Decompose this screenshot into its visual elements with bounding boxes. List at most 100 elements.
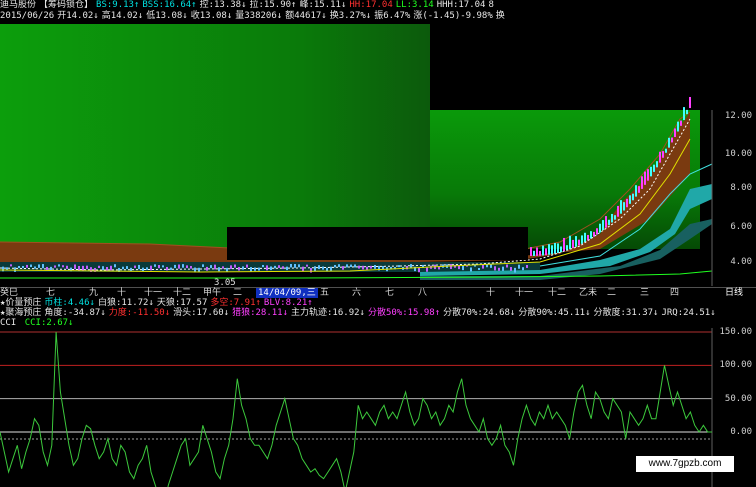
candle	[362, 265, 364, 270]
candle	[266, 265, 268, 271]
candle	[318, 265, 320, 270]
date-label: 癸巳	[0, 288, 19, 298]
date-label: 乙未	[579, 288, 598, 298]
candle	[214, 264, 216, 270]
candle	[186, 265, 188, 269]
candle	[350, 264, 352, 268]
candle	[510, 267, 512, 271]
candle	[494, 266, 496, 271]
candle	[126, 266, 128, 270]
candle	[617, 205, 619, 217]
candle	[62, 265, 64, 268]
ohlc-item-5: 量338206↓	[235, 11, 283, 21]
candle	[26, 264, 28, 268]
candle	[42, 264, 44, 269]
candle	[346, 264, 348, 268]
candle	[620, 200, 622, 214]
candle	[514, 267, 516, 273]
ohlc-item-0: 2015/06/26	[0, 11, 55, 21]
cci-tick: 50.00	[724, 394, 752, 404]
candle	[605, 216, 607, 228]
candle	[282, 266, 284, 269]
candle	[78, 265, 80, 271]
period-button[interactable]: 日线	[725, 288, 743, 298]
ohlc-item-10: 换	[495, 11, 505, 21]
candle	[686, 109, 688, 115]
date-label: 十	[117, 288, 127, 298]
candle	[638, 186, 640, 193]
candle	[659, 151, 661, 163]
candle	[683, 107, 685, 121]
indicator-b-7: 分散70%:24.68↓	[443, 308, 516, 318]
candle	[38, 264, 40, 268]
date-label: 七	[46, 288, 56, 298]
candle	[170, 267, 172, 270]
candle	[178, 264, 180, 269]
indicator-b-4: 猎狼:28.11↓	[232, 308, 289, 318]
candle	[398, 265, 400, 268]
title-item-8: LL:3.14	[395, 0, 434, 10]
candle	[242, 266, 244, 270]
ohlc-item-6: 额44617↓	[285, 11, 327, 21]
cci-tick: 150.00	[719, 327, 752, 337]
date-label: 四	[670, 288, 680, 298]
candle	[548, 244, 550, 255]
candle	[294, 264, 296, 268]
candle	[518, 264, 520, 269]
date-label: 三	[640, 288, 650, 298]
candle	[632, 193, 634, 201]
candle	[74, 264, 76, 270]
candle	[274, 265, 276, 269]
candle	[668, 137, 670, 148]
date-label: 七	[385, 288, 395, 298]
candle	[2, 266, 4, 272]
candle	[382, 265, 384, 270]
candle	[30, 264, 32, 268]
candle	[262, 264, 264, 268]
candle	[482, 264, 484, 269]
candle	[599, 223, 601, 233]
candle	[502, 266, 504, 271]
price-chart[interactable]	[0, 24, 756, 286]
candle	[578, 239, 580, 246]
cci-line	[0, 331, 712, 487]
candle	[86, 265, 88, 270]
candle	[665, 148, 667, 153]
candle	[206, 266, 208, 271]
ohlc-item-9: 涨(-1.45)-9.98%	[413, 11, 493, 21]
title-bar: 迪马股份 【筹码锁仓】 BS:9.13↑ BSS:16.64↑ 控:13.38↓ 拉:15…	[0, 0, 497, 11]
candle	[18, 265, 20, 269]
indicator-row-2: ★聚海预庄 角度:-34.87↓ 力度:-11.50↓ 滑头:17.60↓ 猎狼:28.…	[0, 308, 719, 319]
candle	[202, 264, 204, 267]
candle	[342, 266, 344, 270]
candle	[554, 242, 556, 254]
candle	[563, 237, 565, 252]
candle	[671, 137, 673, 143]
candle	[182, 264, 184, 268]
candle	[298, 264, 300, 268]
price-tick: 12.00	[724, 111, 752, 121]
candle	[158, 265, 160, 269]
date-label: 十一	[144, 288, 163, 298]
candle	[596, 228, 598, 235]
date-label: 九	[89, 288, 99, 298]
candle	[110, 265, 112, 271]
candle	[46, 266, 48, 270]
candle	[270, 266, 272, 271]
candle	[584, 232, 586, 243]
candle	[522, 267, 524, 271]
candle	[234, 264, 236, 268]
indicator-b-2: 力度:-11.50↓	[108, 308, 171, 318]
candle	[354, 264, 356, 268]
candle	[486, 264, 488, 268]
ohlc-item-1: 开14.02↓	[57, 11, 99, 21]
candle	[146, 267, 148, 270]
candle	[560, 246, 562, 253]
candle	[545, 248, 547, 256]
date-label: 二	[607, 288, 617, 298]
candle	[656, 161, 658, 168]
title-item-0: 迪马股份	[0, 0, 37, 10]
candle	[334, 264, 336, 268]
candle	[10, 264, 12, 267]
candle	[250, 267, 252, 272]
